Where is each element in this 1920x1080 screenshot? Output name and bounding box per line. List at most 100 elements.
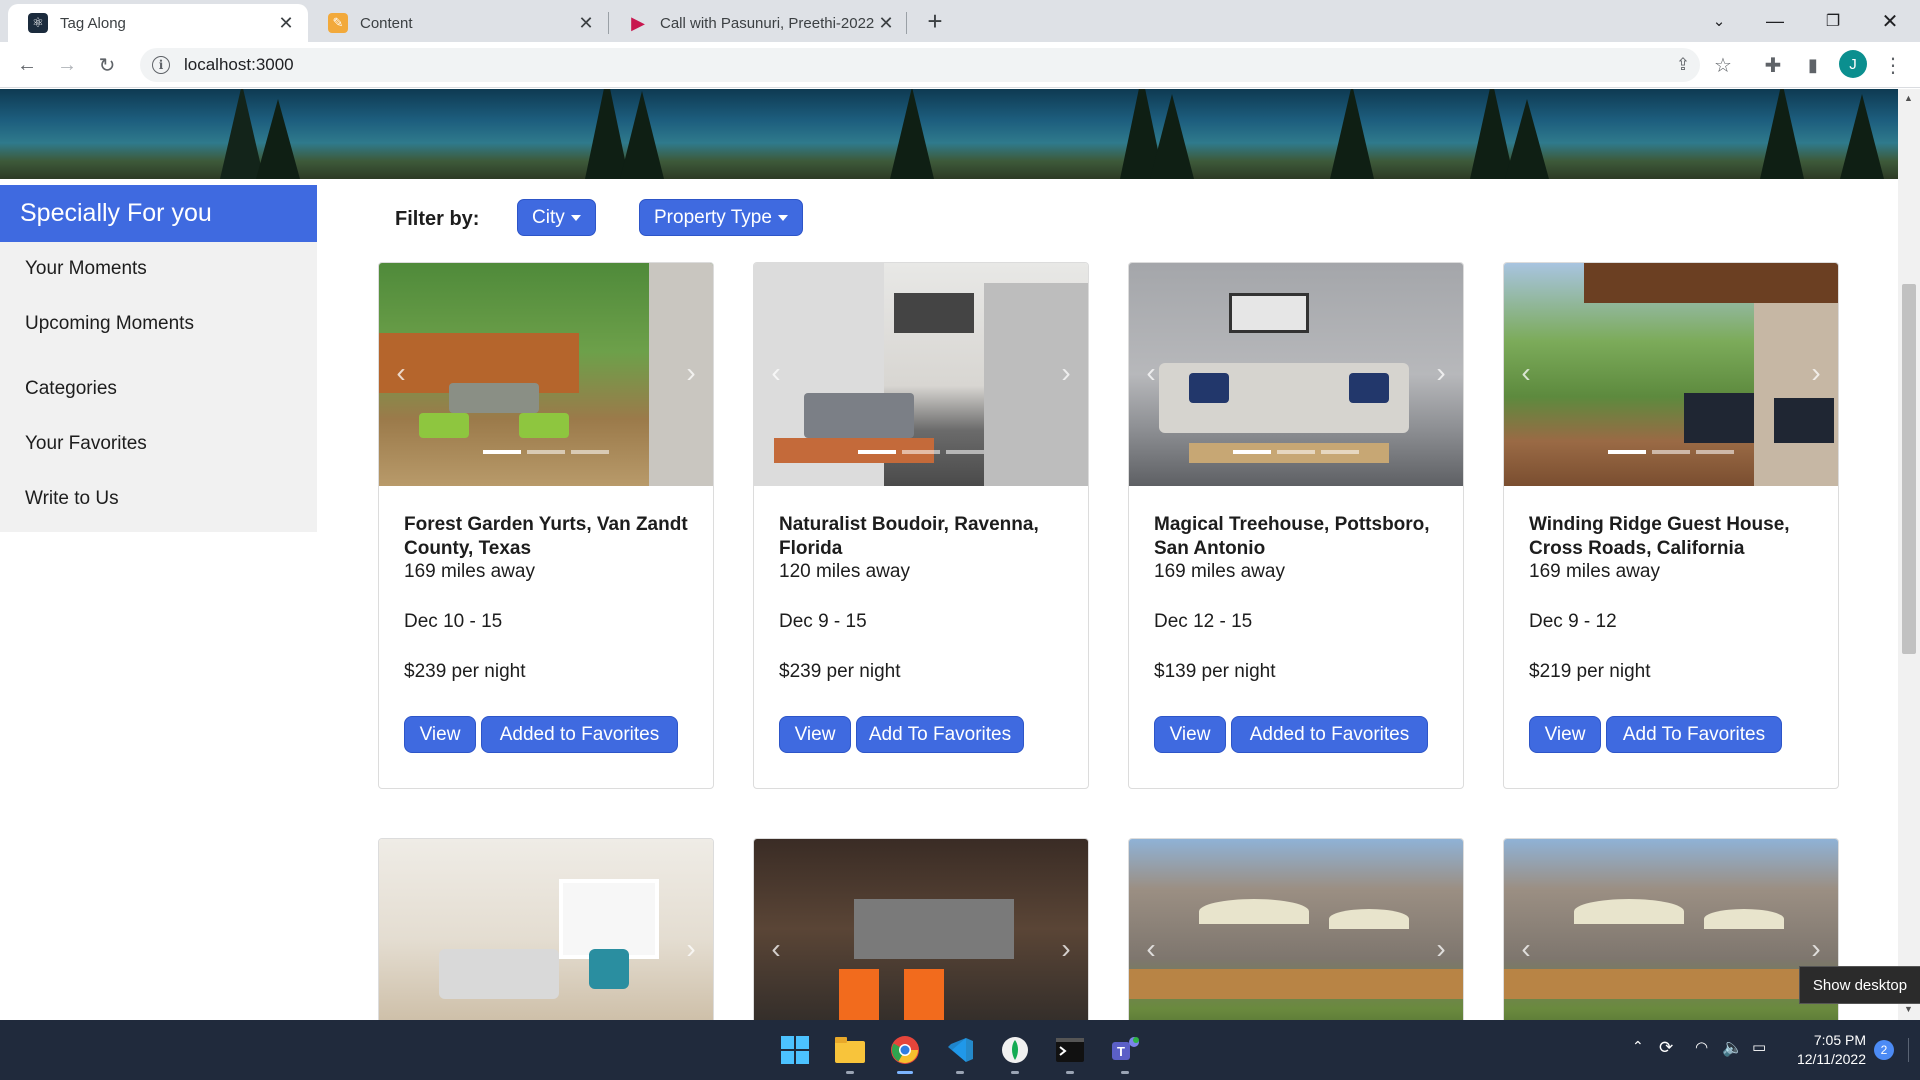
carousel-prev-icon[interactable]: ‹: [1141, 934, 1161, 964]
tree-decoration: [620, 91, 664, 179]
scroll-up-icon[interactable]: ▲: [1904, 93, 1913, 103]
new-tab-icon[interactable]: +: [920, 6, 950, 36]
wall-decoration: [1754, 303, 1838, 486]
site-info-icon[interactable]: i: [152, 56, 170, 74]
property-image-carousel: ‹ ›: [1129, 263, 1463, 486]
carousel-prev-icon[interactable]: ‹: [391, 358, 411, 388]
sidebar-item-categories[interactable]: Categories: [25, 378, 117, 400]
minimize-icon[interactable]: —: [1747, 0, 1803, 42]
sidebar-item-write-to-us[interactable]: Write to Us: [25, 488, 119, 510]
carousel-indicators[interactable]: [1233, 450, 1359, 454]
view-button[interactable]: View: [779, 716, 851, 753]
carousel-next-icon[interactable]: ›: [1431, 358, 1451, 388]
file-explorer-icon[interactable]: [832, 1032, 868, 1074]
tab-tag-along[interactable]: ⚛ Tag Along ✕: [8, 4, 308, 42]
carousel-next-icon[interactable]: ›: [681, 358, 701, 388]
property-price: $219 per night: [1529, 661, 1651, 682]
carousel-prev-icon[interactable]: ‹: [1516, 358, 1536, 388]
property-type-dropdown[interactable]: Property Type: [639, 199, 803, 236]
vscode-icon[interactable]: [942, 1032, 978, 1074]
filter-label: Filter by:: [395, 208, 480, 230]
page-scrollbar[interactable]: ▲ ▼: [1898, 89, 1920, 1020]
carousel-next-icon[interactable]: ›: [1056, 934, 1076, 964]
carousel-next-icon[interactable]: ›: [1806, 934, 1826, 964]
carousel-next-icon[interactable]: ›: [1806, 358, 1826, 388]
favorite-button[interactable]: Add To Favorites: [856, 716, 1024, 753]
close-window-icon[interactable]: ✕: [1862, 0, 1918, 42]
carousel-next-icon[interactable]: ›: [1431, 934, 1451, 964]
carousel-prev-icon[interactable]: ‹: [1141, 358, 1161, 388]
window-decoration: [559, 879, 659, 959]
city-dropdown-label: City: [532, 206, 565, 228]
wifi-icon[interactable]: ◠: [1695, 1038, 1708, 1056]
property-image-carousel: ‹ ›: [754, 839, 1088, 1020]
menu-kebab-icon[interactable]: ⋮: [1878, 50, 1908, 80]
property-image-carousel: ‹ ›: [1129, 839, 1463, 1020]
sidebar-item-your-moments[interactable]: Your Moments: [25, 258, 147, 280]
carousel-next-icon[interactable]: ›: [1056, 358, 1076, 388]
show-desktop-tooltip: Show desktop: [1799, 966, 1920, 1004]
sofa-decoration: [804, 393, 914, 438]
volume-icon[interactable]: 🔈: [1722, 1038, 1743, 1058]
mongodb-compass-icon[interactable]: [997, 1032, 1033, 1074]
teams-icon[interactable]: T: [1107, 1032, 1143, 1074]
favorite-button[interactable]: Added to Favorites: [1231, 716, 1428, 753]
caret-down-icon: [570, 214, 581, 221]
forward-icon[interactable]: →: [52, 50, 82, 80]
favorite-button[interactable]: Add To Favorites: [1606, 716, 1782, 753]
show-desktop-strip[interactable]: [1908, 1038, 1909, 1062]
sidebar-item-your-favorites[interactable]: Your Favorites: [25, 433, 147, 455]
bookmark-star-icon[interactable]: ☆: [1708, 50, 1738, 80]
carousel-prev-icon[interactable]: ‹: [1516, 934, 1536, 964]
favorite-button[interactable]: Added to Favorites: [481, 716, 678, 753]
property-card: ‹ ›: [1503, 838, 1839, 1020]
carousel-indicators[interactable]: [858, 450, 984, 454]
tab-search-icon[interactable]: ⌄: [1691, 0, 1747, 42]
carousel-prev-icon[interactable]: ‹: [766, 358, 786, 388]
view-button[interactable]: View: [1529, 716, 1601, 753]
view-button[interactable]: View: [404, 716, 476, 753]
carousel-indicators[interactable]: [1608, 450, 1734, 454]
address-bar[interactable]: i localhost:3000: [140, 48, 1700, 82]
property-card: ‹ › Winding Ridge Guest House, Cross Roa…: [1503, 262, 1839, 789]
sync-icon[interactable]: ⟳: [1659, 1038, 1673, 1058]
property-image-carousel: ‹ ›: [754, 263, 1088, 486]
carousel-prev-icon[interactable]: ‹: [766, 934, 786, 964]
sofa-decoration: [439, 949, 559, 999]
profile-avatar[interactable]: J: [1839, 50, 1867, 78]
windows-start-icon[interactable]: [777, 1032, 813, 1068]
tree-decoration: [1760, 89, 1804, 179]
terminal-icon[interactable]: [1052, 1032, 1088, 1074]
system-clock[interactable]: 7:05 PM 12/11/2022: [1790, 1031, 1866, 1069]
loft-railing-decoration: [894, 293, 974, 333]
chrome-icon[interactable]: [887, 1032, 923, 1074]
reload-icon[interactable]: ↻: [92, 50, 122, 80]
clock-time: 7:05 PM: [1813, 1032, 1866, 1048]
extensions-icon[interactable]: ✚: [1758, 50, 1788, 80]
close-tab-icon[interactable]: ✕: [274, 13, 298, 34]
carousel-next-icon[interactable]: ›: [681, 934, 701, 964]
browser-tab-strip: ⚛ Tag Along ✕ ✎ Content ✕ ▶ Call with Pa…: [0, 0, 1920, 42]
show-hidden-icons-icon[interactable]: ⌃: [1632, 1038, 1644, 1055]
scroll-down-icon[interactable]: ▼: [1904, 1004, 1913, 1014]
tree-decoration: [1150, 94, 1194, 179]
back-icon[interactable]: ←: [12, 50, 42, 80]
close-tab-icon[interactable]: ✕: [874, 13, 898, 34]
carousel-indicators[interactable]: [483, 450, 609, 454]
side-panel-icon[interactable]: ▮: [1798, 50, 1828, 80]
close-tab-icon[interactable]: ✕: [574, 13, 598, 34]
property-distance: 120 miles away: [779, 561, 910, 582]
tab-content[interactable]: ✎ Content ✕: [308, 4, 608, 42]
notification-badge[interactable]: 2: [1874, 1040, 1894, 1060]
restore-icon[interactable]: ❐: [1805, 0, 1861, 42]
tab-call[interactable]: ▶ Call with Pasunuri, Preethi-2022 ✕: [608, 4, 908, 42]
umbrella-decoration: [1704, 909, 1784, 929]
property-distance: 169 miles away: [1529, 561, 1660, 582]
sidebar-item-upcoming-moments[interactable]: Upcoming Moments: [25, 313, 194, 335]
scrollbar-thumb[interactable]: [1902, 284, 1916, 654]
share-icon[interactable]: ⇪: [1668, 50, 1698, 80]
city-dropdown[interactable]: City: [517, 199, 596, 236]
card-body: Forest Garden Yurts, Van Zandt County, T…: [379, 486, 713, 788]
battery-icon[interactable]: ▭: [1752, 1038, 1766, 1056]
view-button[interactable]: View: [1154, 716, 1226, 753]
